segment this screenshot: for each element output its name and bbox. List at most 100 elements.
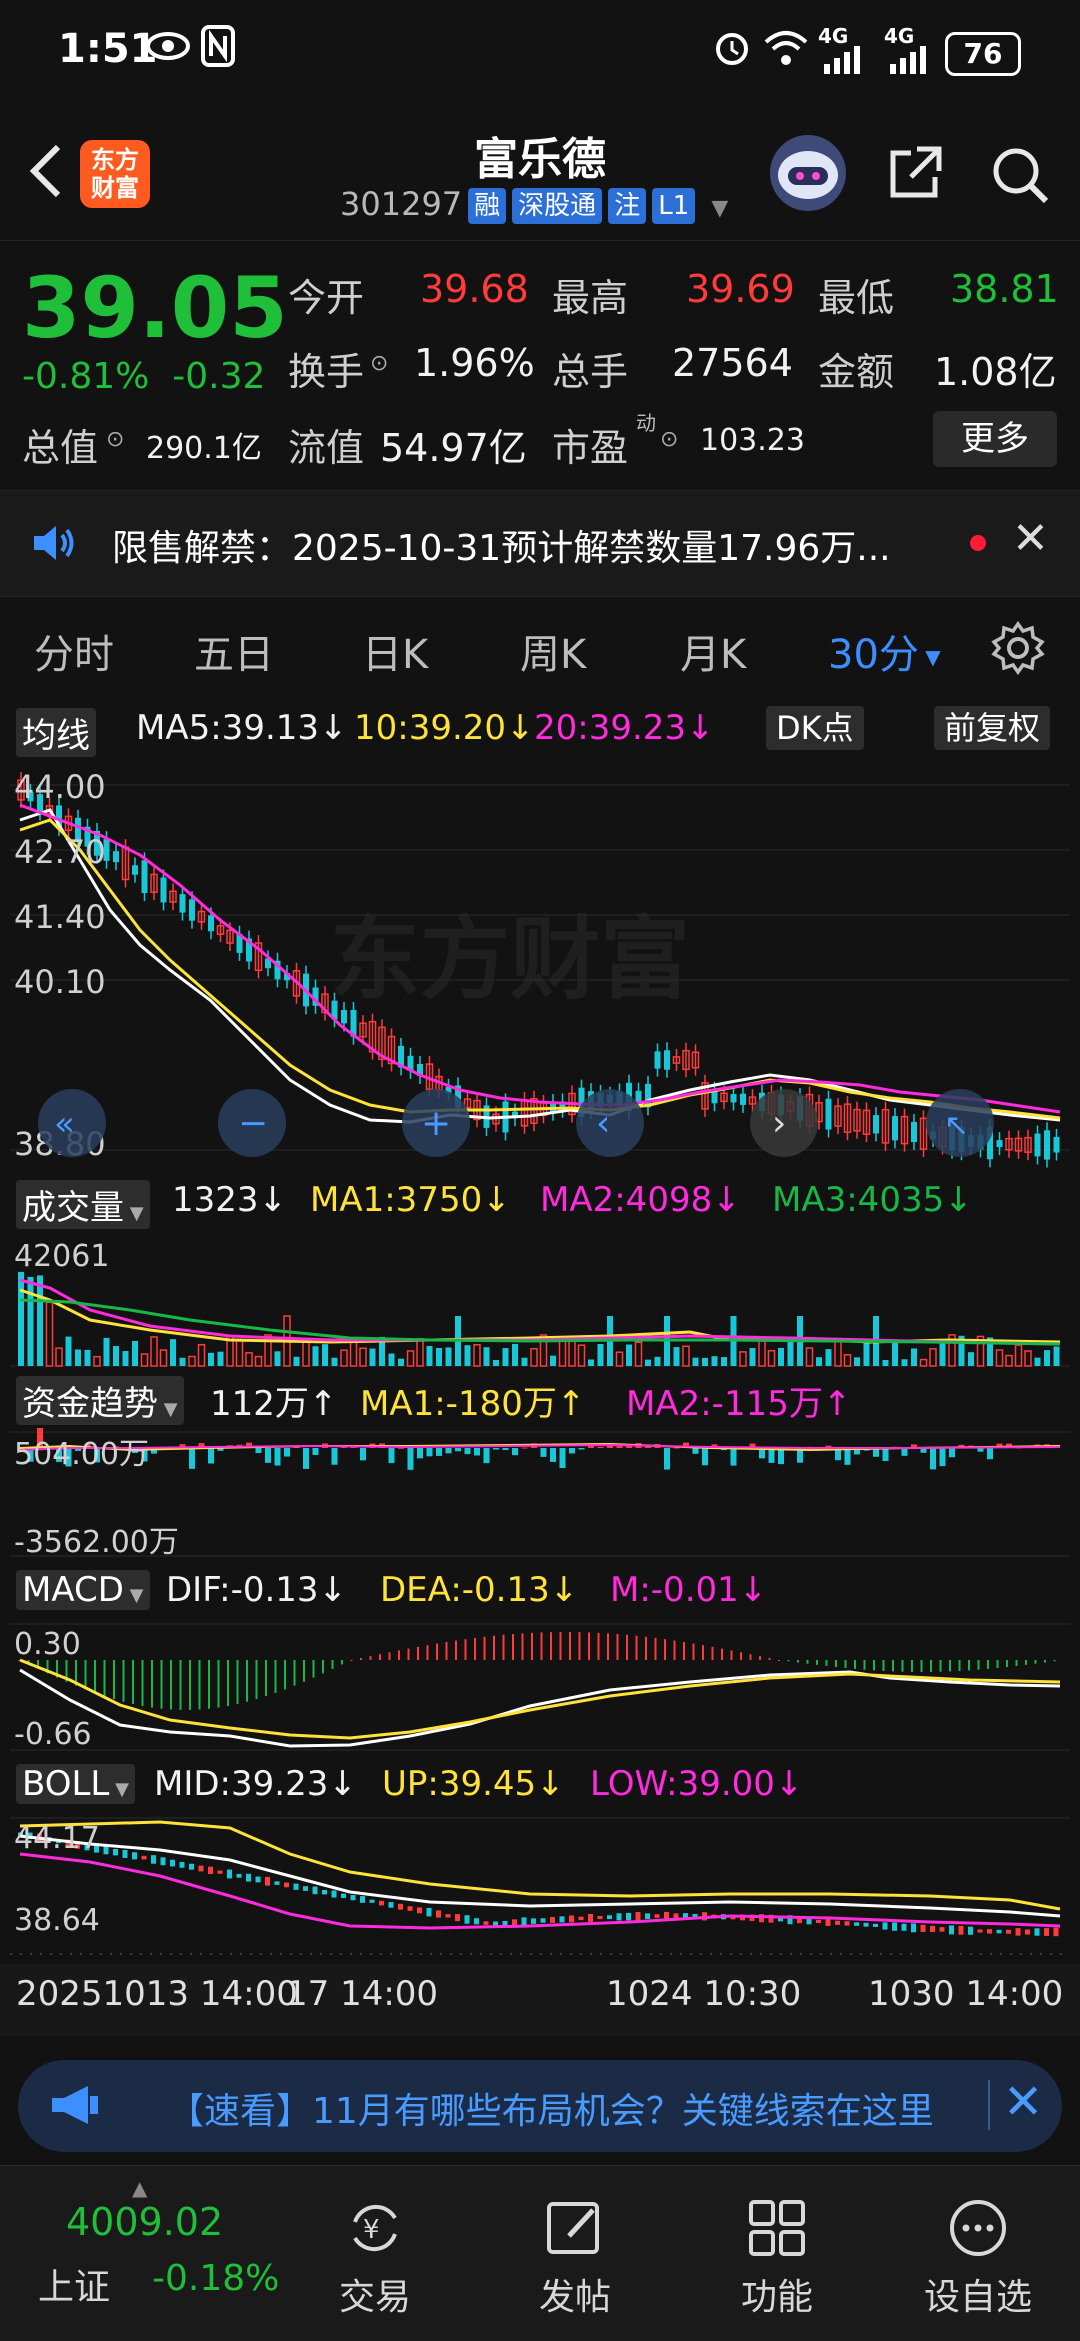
fund-select-button[interactable]: 资金趋势 ▼ [16,1376,184,1425]
low-label: 最低 [818,276,895,320]
boll-mid-line [19,1834,1061,1918]
macd-bar-positive [616,1634,619,1660]
tab-daily-k[interactable]: 日K [362,622,428,680]
nav-watchlist[interactable]: 设自选 [878,2166,1078,2341]
total-mv-value: 290.1亿 [146,431,262,466]
tab-five-day[interactable]: 五日 [194,622,274,680]
period-tabs: 分时 五日 日K 周K 月K 30分 ▼ [0,600,1080,696]
macd-bar-negative [170,1660,172,1710]
info-icon[interactable]: ⊙ [106,427,124,452]
notice-banner[interactable]: 限售解禁：2025-10-31预计解禁数量17.96万... ✕ [0,490,1080,597]
fund-bar-outflow [312,1448,319,1455]
boll-candle-up [835,1920,840,1925]
macd-bar-negative [854,1660,856,1669]
zoom-in-button[interactable]: + [402,1089,470,1157]
boll-candle-up [635,1912,641,1921]
fund-legend-row: 资金趋势 ▼ 112万↑ MA1:-180万↑ MA2:-115万↑ [14,1374,1074,1425]
volume-select-button[interactable]: 成交量 ▼ [16,1180,150,1229]
volume-bar-up [615,1351,624,1367]
boll-candle-down [122,1849,128,1859]
index-quote[interactable]: ▲ 4009.02 上证 -0.18% [0,2166,279,2341]
more-button[interactable]: 更多 [933,411,1057,467]
tab-weekly-k[interactable]: 周K [520,622,586,680]
boll-candle-up [1025,1929,1030,1935]
fund-trend-chart[interactable]: 504.00万 -3562.00万 [10,1428,1070,1558]
fund-bar-outflow [664,1448,670,1470]
volume-bar-down [825,1349,832,1366]
scroll-left-button[interactable]: « [38,1089,106,1157]
macd-bar-positive [635,1635,638,1660]
info-icon[interactable]: ⊙ [370,351,388,376]
boll-axis-top: 44.17 [14,1821,100,1856]
boll-candle-up [198,1865,204,1872]
volume-chart[interactable]: 42061 [10,1230,1070,1370]
macd-bar-negative [113,1660,115,1700]
ticker-text: 【速看】11月有哪些布局机会？关键线索在这里 [168,2091,934,2132]
more-icon [950,2200,1006,2256]
boll-up-line [19,1820,1061,1911]
nav-post[interactable]: 发帖 [475,2166,675,2341]
fund-bar-outflow [436,1448,442,1456]
prev-button[interactable]: ‹ [576,1089,644,1157]
boll-candle-down [892,1922,897,1931]
fund-bar-outflow [844,1448,851,1465]
boll-select-button[interactable]: BOLL ▼ [16,1764,135,1804]
fund-bar-outflow [901,1448,908,1456]
macd-chart[interactable]: 0.30 -0.66 [10,1620,1070,1755]
status-bar: 1:51 4G 4G 76 [0,0,1080,105]
kline-chart[interactable]: 东方财富 44.00 42.70 41.40 40.10 38.80 « − +… [10,760,1070,1170]
share-icon[interactable] [885,143,945,203]
boll-candle-up [977,1929,983,1933]
volume-bar-up [739,1351,747,1367]
ma-select-button[interactable]: 均线 [16,708,96,757]
boll-candle-up [1006,1929,1011,1934]
macd-bar-positive [730,1650,733,1660]
speaker-icon [30,521,78,569]
close-icon[interactable]: ✕ [1003,2074,1043,2130]
volume-bar-up [530,1348,538,1367]
zoom-out-button[interactable]: − [218,1089,286,1157]
boll-candle-up [550,1917,555,1923]
boll-candle-down [322,1889,327,1895]
next-button[interactable]: › [750,1089,818,1157]
tab-intraday[interactable]: 分时 [34,622,114,680]
volume-bar-up [254,1355,263,1367]
macd-bar-negative [265,1660,267,1697]
boll-candle-down [540,1918,546,1923]
tab-30min[interactable]: 30分 ▼ [828,622,941,680]
boll-chart[interactable]: 44.17 38.64 [10,1814,1070,1959]
assistant-robot-icon[interactable] [770,135,846,211]
fund-bar-outflow [274,1448,281,1466]
fund-bar-outflow [189,1448,195,1469]
nav-trade[interactable]: ¥ 交易 [275,2166,475,2341]
tag-margin: 融 [468,188,507,224]
close-icon[interactable]: ✕ [1012,513,1049,564]
volume-bar-down [436,1347,442,1366]
info-icon[interactable]: ⊙ [660,427,678,452]
volume-bar-down [369,1348,376,1366]
macd-bar-negative [208,1660,210,1709]
boll-candle-up [483,1921,489,1925]
nav-functions[interactable]: 功能 [677,2166,877,2341]
tab-monthly-k[interactable]: 月K [680,622,746,680]
stock-code-row[interactable]: 301297 融深股通注 L1 ▼ [340,185,728,224]
macd-bar-negative [122,1660,125,1702]
fund-bar-outflow [474,1448,480,1456]
price-adjust-button[interactable]: 前复权 [934,706,1051,750]
price-axis-2: 42.70 [14,833,106,871]
macd-bar-positive [778,1660,780,1661]
macd-bar-negative [217,1660,220,1708]
macd-select-button[interactable]: MACD ▼ [16,1570,150,1610]
news-ticker[interactable]: 【速看】11月有哪些布局机会？关键线索在这里 ✕ [18,2060,1062,2152]
candle-down [635,1090,642,1102]
boll-candle-down [388,1902,394,1908]
volume-bar-up [159,1349,168,1367]
volume-bar-up [359,1347,367,1367]
expand-button[interactable]: ↖ [926,1089,994,1157]
volume-bar-down [27,1276,34,1366]
dk-point-button[interactable]: DK点 [766,706,864,750]
volume-bar-up [349,1339,358,1367]
search-icon[interactable] [988,143,1052,207]
boll-candle-down [901,1923,907,1931]
gear-icon[interactable] [990,620,1046,680]
